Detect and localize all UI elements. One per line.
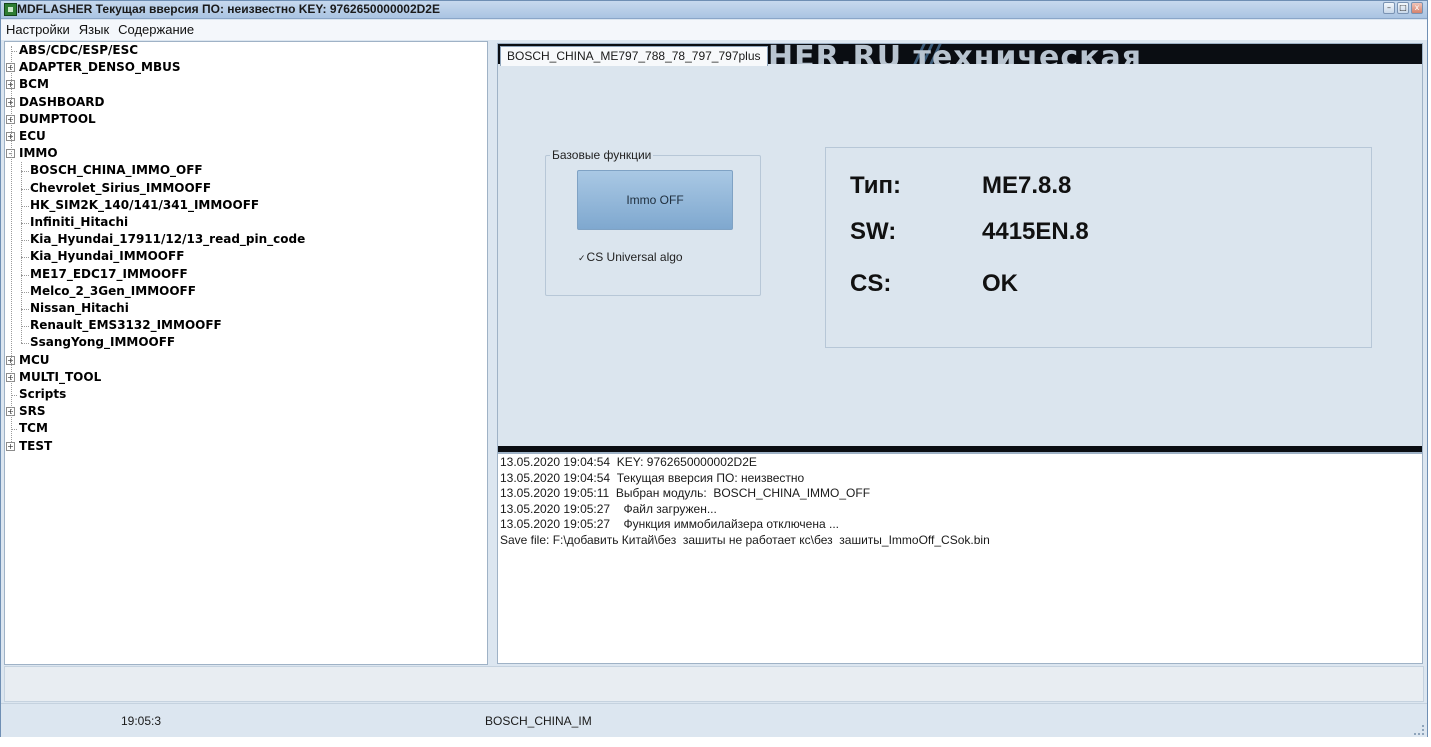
banner-text: HER.RU техническая [768,44,1142,64]
type-value: ME7.8.8 [982,172,1072,199]
log-line: 13.05.2020 19:05:27 Файл загружен... [500,501,717,516]
tree-item-label: MULTI_TOOL [19,369,102,384]
tree-connector [21,343,29,345]
maximize-button[interactable]: □ [1397,2,1409,14]
checkmark-icon: ✓ [578,253,586,263]
pane-splitter[interactable] [488,41,497,665]
tree-item-label: BCM [19,77,49,92]
tree-item-label: Scripts [19,387,67,401]
app-icon [4,3,17,16]
tree-item-label: HK_SIM2K_140/141/341_IMMOOFF [30,197,260,212]
sw-value: 4415EN.8 [982,218,1089,245]
tree-connector [21,240,29,242]
tab-module[interactable]: BOSCH_CHINA_ME797_788_78_797_797plus [500,46,768,66]
log-line: 13.05.2020 19:04:54 Текущая вверсия ПО: … [500,470,805,485]
tree-connector [11,46,12,442]
banner-bottom [498,446,1422,452]
log-line: 13.05.2020 19:05:11 Выбран модуль: BOSCH… [500,486,871,500]
tree-item-label: DASHBOARD [19,94,105,109]
tree-item-label: Kia_Hyundai_IMMOOFF [30,249,185,264]
expand-icon[interactable]: + [6,441,15,451]
module-tree[interactable]: ABS/CDC/ESP/ESC + ADAPTER_DENSO_MBUS + BCM + D… [4,41,488,665]
app-window: MDFLASHER Текущая вверсия ПО: неизвестно… [0,0,1428,737]
checkbox-label: CS Universal algo [586,250,683,264]
status-bar: 19:05:3 BOSCH_CHINA_IM [1,703,1427,737]
tree-item-label: Renault_EMS3132_IMMOOFF [30,318,222,333]
tree-connector [21,291,29,293]
log-output[interactable]: 13.05.2020 19:04:54 KEY: 9762650000002D2… [497,453,1423,664]
tree-item-label: BOSCH_CHINA_IMMO_OFF [30,163,203,178]
menu-contents[interactable]: Содержание [113,20,198,40]
tree-item-label: IMMO [19,146,58,161]
tree-connector [21,326,29,328]
module-panel: HER.RU техническая BOSCH_CHINA_ME797_788… [497,43,1423,453]
tree-connector [21,309,29,310]
minimize-button[interactable]: – [1383,2,1395,14]
tree-item-label: Melco_2_3Gen_IMMOOFF [30,283,196,298]
tree-item-label: TEST [19,438,53,453]
immo-off-button[interactable]: Immo OFF [577,170,733,230]
tree-item-label: Infiniti_Hitachi [30,215,129,229]
log-line: Save file: F:\добавить Китай\без зашиты … [500,532,990,547]
menu-settings[interactable]: Настройки [1,20,74,40]
tree-connector [21,162,22,344]
tree-item-label: SsangYong_IMMOOFF [30,335,176,350]
tree-connector [21,205,29,207]
tree-item-label: SRS [19,404,46,419]
tree-connector [21,223,29,224]
tree-item-label: DUMPTOOL [19,111,96,126]
tree-connector [21,188,29,190]
tree-connector [21,171,29,173]
tree-item-label: MCU [19,352,50,367]
status-time: 19:05:3 [121,714,162,728]
tree-item-label: TCM [19,421,48,436]
menu-language[interactable]: Язык [74,20,113,40]
ecu-info-box: Тип: ME7.8.8 SW: 4415EN.8 CS: OK [825,147,1372,348]
base-functions-group: Базовые функции Immo OFF ✓CS Universal a… [545,148,761,296]
resize-grip-icon[interactable] [1414,725,1424,735]
sw-label: SW: [850,218,897,245]
type-label: Тип: [850,172,901,199]
window-controls: – □ x [1383,2,1423,14]
tree-item-label: Nissan_Hitachi [30,301,129,315]
tree-item-label: Chevrolet_Sirius_IMMOOFF [30,180,212,195]
tree-item-label: ABS/CDC/ESP/ESC [19,43,139,57]
bottom-area [4,666,1424,702]
cs-value: OK [982,270,1018,297]
tree-connector [21,257,29,259]
tree-item-label: Kia_Hyundai_17911/12/13_read_pin_code [30,232,306,247]
tree-item-label: ME17_EDC17_IMMOOFF [30,266,188,281]
cs-universal-checkbox[interactable]: ✓CS Universal algo [578,250,683,264]
window-title: MDFLASHER Текущая вверсия ПО: неизвестно… [17,2,440,16]
log-line: 13.05.2020 19:05:27 Функция иммобилайзер… [500,517,839,531]
title-bar[interactable]: MDFLASHER Текущая вверсия ПО: неизвестно… [1,1,1427,19]
menu-bar: Настройки Язык Содержание [1,20,1427,40]
cs-label: CS: [850,270,892,297]
tree-connector [21,274,29,276]
log-line: 13.05.2020 19:04:54 KEY: 9762650000002D2… [500,455,757,469]
group-title: Базовые функции [550,148,654,162]
close-button[interactable]: x [1411,2,1423,14]
status-module: BOSCH_CHINA_IM [485,714,592,728]
tree-item-label: ADAPTER_DENSO_MBUS [19,60,181,75]
tree-item-label: ECU [19,129,46,143]
